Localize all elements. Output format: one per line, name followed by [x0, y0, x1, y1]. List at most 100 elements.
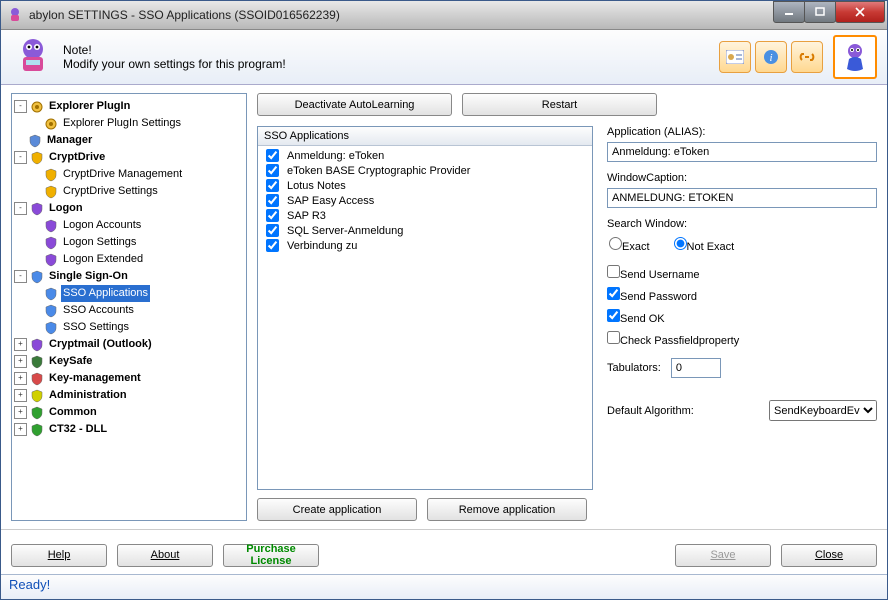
- shield-icon: [44, 253, 58, 267]
- purchase-license-button[interactable]: Purchase License: [223, 544, 319, 567]
- list-item[interactable]: SQL Server-Anmeldung: [262, 223, 588, 238]
- tree-label: CT32 - DLL: [47, 421, 109, 438]
- expander-icon[interactable]: +: [14, 338, 27, 351]
- content-pane: Deactivate AutoLearning Restart SSO Appl…: [257, 93, 877, 521]
- caption-label: WindowCaption:: [607, 172, 877, 184]
- list-item[interactable]: SAP R3: [262, 208, 588, 223]
- list-item-checkbox[interactable]: [266, 209, 279, 222]
- expander-icon[interactable]: +: [14, 423, 27, 436]
- tree-item-sso-accounts[interactable]: SSO Accounts: [30, 302, 244, 319]
- algorithm-select[interactable]: SendKeyboardEv: [769, 400, 877, 421]
- expander-icon[interactable]: +: [14, 372, 27, 385]
- help-button[interactable]: Help: [11, 544, 107, 567]
- tree-label: Manager: [45, 132, 94, 149]
- send-password-row[interactable]: Send Password: [607, 287, 877, 303]
- detail-form: Application (ALIAS): WindowCaption: Sear…: [607, 126, 877, 521]
- send-username-checkbox[interactable]: [607, 265, 620, 278]
- algorithm-label: Default Algorithm:: [607, 405, 694, 417]
- list-item-checkbox[interactable]: [266, 224, 279, 237]
- expander-icon: [30, 169, 41, 180]
- not-exact-radio-label[interactable]: Not Exact: [674, 237, 735, 253]
- create-application-button[interactable]: Create application: [257, 498, 417, 521]
- list-item[interactable]: Verbindung zu: [262, 238, 588, 253]
- expander-icon[interactable]: -: [14, 100, 27, 113]
- tree-item-sso[interactable]: -Single Sign-On: [14, 268, 244, 285]
- minimize-button[interactable]: [773, 1, 805, 23]
- expander-icon[interactable]: -: [14, 270, 27, 283]
- list-item[interactable]: Anmeldung: eToken: [262, 148, 588, 163]
- tree-item-logon-extended[interactable]: Logon Extended: [30, 251, 244, 268]
- shield-icon: [44, 185, 58, 199]
- exact-radio[interactable]: [609, 237, 622, 250]
- tree-item-administration[interactable]: +Administration: [14, 387, 244, 404]
- check-passfield-checkbox[interactable]: [607, 331, 620, 344]
- tree-item-cryptmail[interactable]: +Cryptmail (Outlook): [14, 336, 244, 353]
- list-item[interactable]: Lotus Notes: [262, 178, 588, 193]
- expander-icon[interactable]: +: [14, 406, 27, 419]
- status-bar: Ready!: [1, 574, 887, 599]
- deactivate-autolearning-button[interactable]: Deactivate AutoLearning: [257, 93, 452, 116]
- expander-icon: [30, 186, 41, 197]
- tree-item-sso-settings[interactable]: SSO Settings: [30, 319, 244, 336]
- close-button[interactable]: [835, 1, 885, 23]
- caption-input[interactable]: [607, 188, 877, 208]
- alias-input[interactable]: [607, 142, 877, 162]
- expander-icon[interactable]: +: [14, 355, 27, 368]
- tree-item-keysafe[interactable]: +KeySafe: [14, 353, 244, 370]
- expander-icon[interactable]: -: [14, 151, 27, 164]
- toolbar-link-button[interactable]: [791, 41, 823, 73]
- tree-label: CryptDrive Settings: [61, 183, 160, 200]
- search-window-label: Search Window:: [607, 218, 877, 230]
- tree-item-ct32[interactable]: + CT32 - DLL: [14, 421, 244, 438]
- tree-item-cryptdrive[interactable]: -CryptDrive: [14, 149, 244, 166]
- send-username-row[interactable]: Send Username: [607, 265, 877, 281]
- list-item-checkbox[interactable]: [266, 164, 279, 177]
- not-exact-radio[interactable]: [674, 237, 687, 250]
- note-text: Modify your own settings for this progra…: [63, 57, 286, 71]
- send-password-checkbox[interactable]: [607, 287, 620, 300]
- tree-item-logon-settings[interactable]: Logon Settings: [30, 234, 244, 251]
- shield-icon: [44, 321, 58, 335]
- tree-label: Logon: [47, 200, 85, 217]
- remove-application-button[interactable]: Remove application: [427, 498, 587, 521]
- restart-button[interactable]: Restart: [462, 93, 657, 116]
- list-item[interactable]: SAP Easy Access: [262, 193, 588, 208]
- tree-item-cryptdrive-settings[interactable]: CryptDrive Settings: [30, 183, 244, 200]
- list-item-checkbox[interactable]: [266, 149, 279, 162]
- app-window: abylon SETTINGS - SSO Applications (SSOI…: [0, 0, 888, 600]
- shield-icon: [30, 100, 44, 114]
- shield-icon: [44, 304, 58, 318]
- svg-text:i: i: [769, 52, 772, 64]
- list-item[interactable]: eToken BASE Cryptographic Provider: [262, 163, 588, 178]
- check-passfield-row[interactable]: Check Passfieldproperty: [607, 331, 877, 347]
- save-button[interactable]: Save: [675, 544, 771, 567]
- tree-item-key-management[interactable]: +Key-management: [14, 370, 244, 387]
- toolbar-info-button[interactable]: i: [755, 41, 787, 73]
- tree-item-sso-applications[interactable]: SSO Applications: [30, 285, 244, 302]
- tree-item-common[interactable]: +Common: [14, 404, 244, 421]
- exact-radio-label[interactable]: Exact: [609, 237, 650, 253]
- tree-item-manager[interactable]: Manager: [14, 132, 244, 149]
- maximize-button[interactable]: [804, 1, 836, 23]
- list-item-checkbox[interactable]: [266, 179, 279, 192]
- close-window-button[interactable]: Close: [781, 544, 877, 567]
- about-button[interactable]: About: [117, 544, 213, 567]
- list-item-checkbox[interactable]: [266, 239, 279, 252]
- expander-icon[interactable]: -: [14, 202, 27, 215]
- tree-item-logon[interactable]: - Logon: [14, 200, 244, 217]
- send-ok-checkbox[interactable]: [607, 309, 620, 322]
- tree-item-cryptdrive-management[interactable]: CryptDrive Management: [30, 166, 244, 183]
- tree-item-explorer-plugin-settings[interactable]: Explorer PlugIn Settings: [30, 115, 244, 132]
- tabulators-input[interactable]: [671, 358, 721, 378]
- nav-tree[interactable]: -Explorer PlugInExplorer PlugIn Settings…: [11, 93, 247, 521]
- tree-item-explorer-plugin[interactable]: -Explorer PlugIn: [14, 98, 244, 115]
- list-item-checkbox[interactable]: [266, 194, 279, 207]
- shield-icon: [30, 423, 44, 437]
- sso-applications-list[interactable]: SSO Applications Anmeldung: eTokeneToken…: [257, 126, 593, 490]
- send-ok-row[interactable]: Send OK: [607, 309, 877, 325]
- toolbar-id-button[interactable]: [719, 41, 751, 73]
- expander-icon: [30, 237, 41, 248]
- tree-item-logon-accounts[interactable]: Logon Accounts: [30, 217, 244, 234]
- titlebar[interactable]: abylon SETTINGS - SSO Applications (SSOI…: [1, 1, 887, 30]
- expander-icon[interactable]: +: [14, 389, 27, 402]
